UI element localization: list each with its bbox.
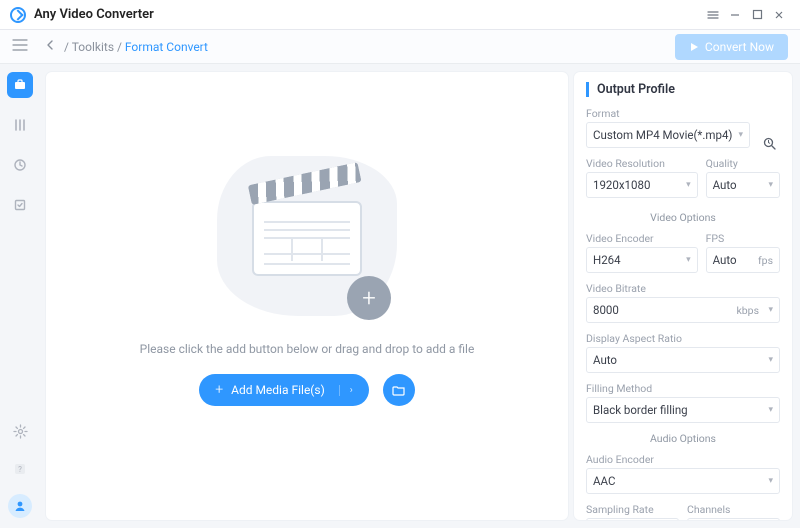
crumb-current: Format Convert <box>125 40 208 54</box>
chevron-right-icon: › <box>339 385 353 396</box>
video-options-title: Video Options <box>586 211 780 224</box>
video-encoder-label: Video Encoder <box>586 232 698 245</box>
add-folder-button[interactable] <box>383 374 415 406</box>
video-bitrate-select[interactable]: 8000kbps <box>586 297 780 323</box>
sampling-rate-label: Sampling Rate <box>586 503 679 516</box>
app-title: Any Video Converter <box>34 7 154 22</box>
fps-select[interactable]: Autofps <box>706 247 780 273</box>
empty-illustration: + <box>217 156 397 316</box>
output-profile-panel: Output Profile Format Custom MP4 Movie(*… <box>574 72 792 520</box>
filling-method-select[interactable]: Black border filling <box>586 397 780 423</box>
video-bitrate-label: Video Bitrate <box>586 282 780 295</box>
channels-label: Channels <box>687 503 780 516</box>
sidebar-library-icon[interactable] <box>7 112 33 138</box>
dropzone-hint: Please click the add button below or dra… <box>140 342 475 356</box>
format-label: Format <box>586 107 750 120</box>
add-media-label: Add Media File(s) <box>231 383 325 397</box>
channels-select[interactable]: 2 <box>687 518 780 520</box>
audio-encoder-label: Audio Encoder <box>586 453 780 466</box>
sidebar: ? <box>0 64 40 528</box>
help-icon[interactable]: ? <box>7 456 33 482</box>
convert-now-label: Convert Now <box>705 40 774 54</box>
toolbar: / Toolkits / Format Convert Convert Now <box>0 30 800 64</box>
audio-options-title: Audio Options <box>586 432 780 445</box>
settings-icon[interactable] <box>7 418 33 444</box>
plus-icon: + <box>347 276 391 320</box>
format-select[interactable]: Custom MP4 Movie(*.mp4) <box>586 122 750 148</box>
convert-now-button[interactable]: Convert Now <box>675 34 788 60</box>
quality-select[interactable]: Auto <box>706 172 780 198</box>
quality-label: Quality <box>706 157 780 170</box>
sidebar-tasks-icon[interactable] <box>7 192 33 218</box>
video-encoder-select[interactable]: H264 <box>586 247 698 273</box>
back-icon[interactable] <box>44 39 56 54</box>
app-logo-icon <box>10 7 26 23</box>
panel-title: Output Profile <box>586 82 780 97</box>
fps-label: FPS <box>706 232 780 245</box>
titlebar: Any Video Converter <box>0 0 800 30</box>
close-icon[interactable] <box>768 4 790 26</box>
crumb-root[interactable]: Toolkits <box>72 40 114 54</box>
resolution-label: Video Resolution <box>586 157 698 170</box>
resolution-select[interactable]: 1920x1080 <box>586 172 698 198</box>
avatar[interactable] <box>8 494 32 518</box>
minimize-icon[interactable] <box>724 4 746 26</box>
filling-method-label: Filling Method <box>586 382 780 395</box>
sidebar-history-icon[interactable] <box>7 152 33 178</box>
sampling-rate-select[interactable]: 44.1khz <box>586 518 679 520</box>
aspect-ratio-select[interactable]: Auto <box>586 347 780 373</box>
audio-encoder-select[interactable]: AAC <box>586 468 780 494</box>
sidebar-toolkits-icon[interactable] <box>7 72 33 98</box>
add-media-button[interactable]: + Add Media File(s) › <box>199 374 369 406</box>
dropzone[interactable]: + Please click the add button below or d… <box>46 72 568 520</box>
maximize-icon[interactable] <box>746 4 768 26</box>
svg-text:?: ? <box>18 465 22 474</box>
breadcrumb: / Toolkits / Format Convert <box>64 40 208 54</box>
refresh-icon[interactable] <box>758 132 780 154</box>
aspect-ratio-label: Display Aspect Ratio <box>586 332 780 345</box>
hamburger-icon[interactable] <box>12 39 30 54</box>
menu-icon[interactable] <box>702 4 724 26</box>
